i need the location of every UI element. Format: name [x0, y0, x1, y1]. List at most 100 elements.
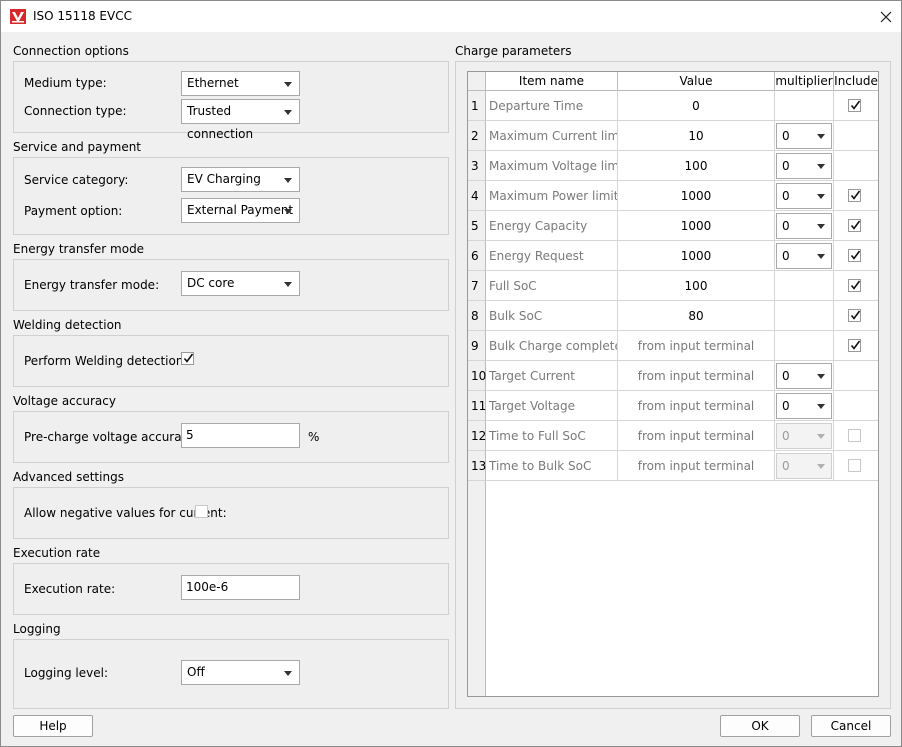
include-checkbox[interactable]: [848, 309, 861, 322]
row-number: 7: [468, 271, 486, 301]
chevron-down-icon: [284, 178, 292, 183]
multiplier-combo[interactable]: 0: [776, 213, 832, 239]
table-row[interactable]: 11 Target Voltage from input terminal 0: [468, 391, 878, 421]
include-checkbox[interactable]: [848, 249, 861, 262]
checkmark-icon: [850, 250, 861, 260]
row-number: 3: [468, 151, 486, 181]
multiplier-cell: [775, 331, 834, 361]
execution-rate-input[interactable]: 100e-6: [181, 575, 300, 600]
payment-option-value: External Payment: [187, 203, 294, 217]
energy-transfer-mode-value: DC core: [187, 276, 235, 290]
value-cell[interactable]: 100: [618, 151, 775, 181]
multiplier-combo[interactable]: 0: [776, 453, 832, 479]
table-row[interactable]: 6 Energy Request 1000 0: [468, 241, 878, 271]
perform-welding-checkbox[interactable]: [181, 352, 194, 365]
item-name-cell: Target Voltage: [486, 391, 618, 421]
include-checkbox[interactable]: [848, 219, 861, 232]
value-cell[interactable]: 1000: [618, 241, 775, 271]
chevron-down-icon: [817, 164, 825, 169]
value-cell[interactable]: from input terminal: [618, 331, 775, 361]
value-cell[interactable]: from input terminal: [618, 451, 775, 481]
logging-level-combo[interactable]: Off: [181, 660, 300, 685]
service-category-value: EV Charging: [187, 172, 261, 186]
multiplier-combo[interactable]: 0: [776, 423, 832, 449]
value-cell[interactable]: 10: [618, 121, 775, 151]
include-checkbox[interactable]: [848, 429, 861, 442]
multiplier-cell: 0: [775, 421, 834, 451]
medium-type-combo[interactable]: Ethernet: [181, 71, 300, 96]
service-payment-title: Service and payment: [13, 140, 142, 154]
ok-button[interactable]: OK: [720, 715, 800, 737]
help-button[interactable]: Help: [13, 715, 93, 737]
checkmark-icon: [850, 190, 861, 200]
include-checkbox[interactable]: [848, 279, 861, 292]
row-number: 13: [468, 451, 486, 481]
include-checkbox[interactable]: [848, 99, 861, 112]
value-cell[interactable]: from input terminal: [618, 391, 775, 421]
table-row[interactable]: 3 Maximum Voltage limit 100 0: [468, 151, 878, 181]
table-row[interactable]: 13 Time to Bulk SoC from input terminal 0: [468, 451, 878, 481]
corner-header: [468, 72, 486, 91]
table-row[interactable]: 4 Maximum Power limit 1000 0: [468, 181, 878, 211]
multiplier-combo[interactable]: 0: [776, 363, 832, 389]
multiplier-combo[interactable]: 0: [776, 183, 832, 209]
include-checkbox[interactable]: [848, 339, 861, 352]
value-cell[interactable]: 80: [618, 301, 775, 331]
item-name-cell: Maximum Current limit: [486, 121, 618, 151]
value-cell[interactable]: 100: [618, 271, 775, 301]
table-row[interactable]: 9 Bulk Charge complete from input terminal: [468, 331, 878, 361]
header-multiplier[interactable]: multiplier: [775, 72, 834, 91]
header-include[interactable]: Include: [834, 72, 878, 91]
multiplier-combo[interactable]: 0: [776, 153, 832, 179]
value-cell[interactable]: 0: [618, 91, 775, 121]
table-row[interactable]: 12 Time to Full SoC from input terminal 0: [468, 421, 878, 451]
chevron-down-icon: [284, 209, 292, 214]
connection-type-combo[interactable]: Trusted connection: [181, 99, 300, 141]
allow-negative-checkbox[interactable]: [195, 505, 208, 518]
multiplier-combo[interactable]: 0: [776, 123, 832, 149]
row-number: 11: [468, 391, 486, 421]
include-cell: [834, 181, 878, 211]
value-cell[interactable]: 1000: [618, 211, 775, 241]
value-cell[interactable]: from input terminal: [618, 421, 775, 451]
cancel-button[interactable]: Cancel: [811, 715, 891, 737]
medium-type-value: Ethernet: [187, 76, 239, 90]
include-cell: [834, 451, 878, 481]
table-row[interactable]: 2 Maximum Current limit 10 0: [468, 121, 878, 151]
multiplier-cell: 0: [775, 241, 834, 271]
multiplier-value: 0: [782, 219, 790, 233]
payment-option-combo[interactable]: External Payment: [181, 198, 300, 223]
value-cell[interactable]: 1000: [618, 181, 775, 211]
table-row[interactable]: 1 Departure Time 0: [468, 91, 878, 121]
include-checkbox[interactable]: [848, 189, 861, 202]
include-checkbox[interactable]: [848, 459, 861, 472]
item-name-cell: Energy Capacity: [486, 211, 618, 241]
table-row[interactable]: 8 Bulk SoC 80: [468, 301, 878, 331]
energy-transfer-mode-combo[interactable]: DC core: [181, 271, 300, 296]
payment-option-label: Payment option:: [24, 204, 123, 218]
checkmark-icon: [850, 310, 861, 320]
precharge-accuracy-input[interactable]: 5: [181, 423, 300, 448]
table-row[interactable]: 5 Energy Capacity 1000 0: [468, 211, 878, 241]
multiplier-combo[interactable]: 0: [776, 243, 832, 269]
header-item-name[interactable]: Item name: [486, 72, 618, 91]
multiplier-combo[interactable]: 0: [776, 393, 832, 419]
multiplier-cell: [775, 301, 834, 331]
item-name-cell: Target Current: [486, 361, 618, 391]
multiplier-value: 0: [782, 459, 790, 473]
table-row[interactable]: 10 Target Current from input terminal 0: [468, 361, 878, 391]
multiplier-value: 0: [782, 429, 790, 443]
row-number: 2: [468, 121, 486, 151]
item-name-cell: Time to Bulk SoC: [486, 451, 618, 481]
table-row[interactable]: 7 Full SoC 100: [468, 271, 878, 301]
checkmark-icon: [183, 353, 194, 363]
include-cell: [834, 391, 878, 421]
multiplier-cell: [775, 271, 834, 301]
close-button[interactable]: [871, 4, 901, 30]
service-category-combo[interactable]: EV Charging: [181, 167, 300, 192]
close-icon: [880, 11, 892, 23]
energy-transfer-mode-label: Energy transfer mode:: [24, 278, 160, 292]
value-cell[interactable]: from input terminal: [618, 361, 775, 391]
charge-parameters-table[interactable]: Item name Value multiplier Include 1 Depa…: [467, 71, 879, 697]
header-value[interactable]: Value: [618, 72, 775, 91]
